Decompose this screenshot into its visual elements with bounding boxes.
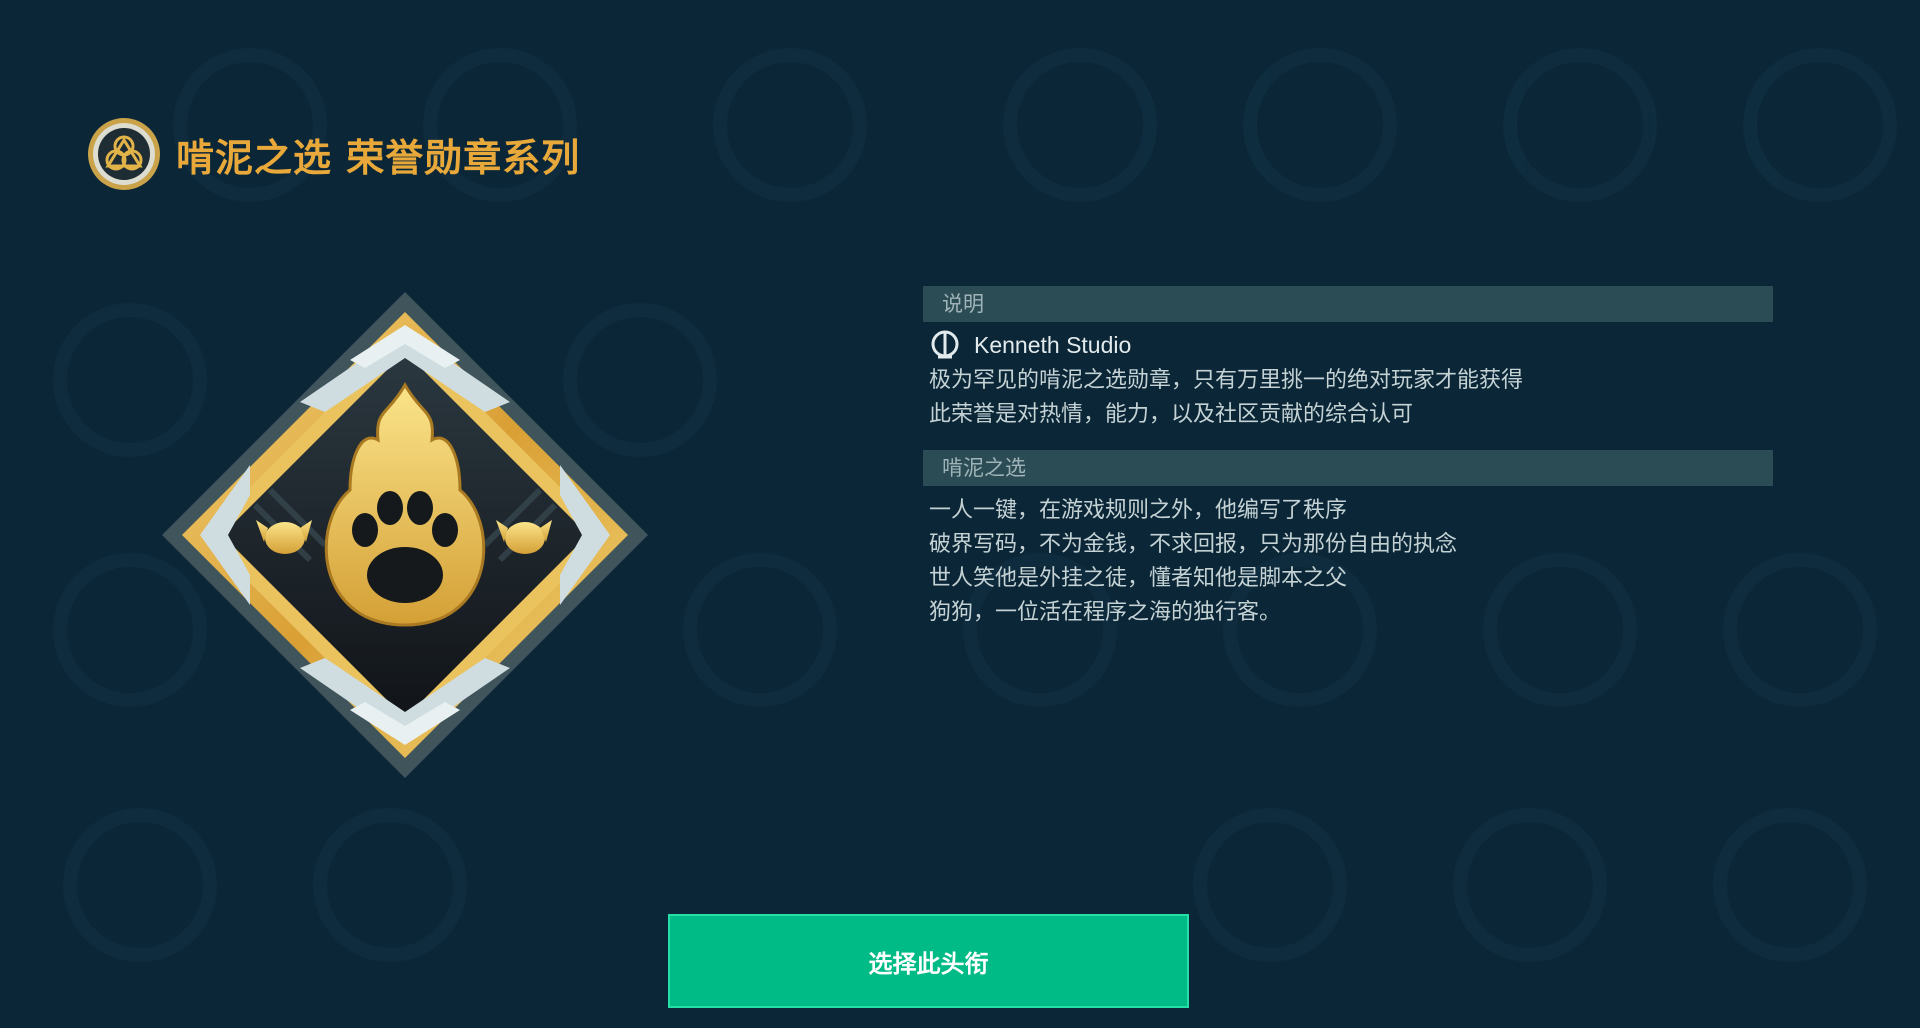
lore-line: 狗狗，一位活在程序之海的独行客。 (929, 600, 1282, 625)
trefoil-medal-icon (88, 118, 160, 190)
description-body: Kenneth Studio 极为罕见的啃泥之选勋章，只有万里挑一的绝对玩家才能… (923, 326, 1773, 432)
description-line: 极为罕见的啃泥之选勋章，只有万里挑一的绝对玩家才能获得 (929, 368, 1524, 393)
author-line: Kenneth Studio (929, 326, 1773, 364)
lore-line: 破界写码，不为金钱，不求回报，只为那份自由的执念 (929, 532, 1458, 557)
lore-line: 一人一键，在游戏规则之外，他编写了秩序 (929, 498, 1348, 523)
select-title-button[interactable]: 选择此头衔 (668, 914, 1189, 1008)
detail-panel: 说明 Kenneth Studio 极为罕见的啃泥之选勋章，只有万里挑一的绝对玩… (923, 286, 1773, 630)
author-name: Kenneth Studio (974, 331, 1132, 358)
lore-body: 一人一键，在游戏规则之外，他编写了秩序 破界写码，不为金钱，不求回报，只为那份自… (923, 494, 1773, 630)
paw-flame-badge-icon (162, 292, 648, 778)
page-header: 啃泥之选 荣誉勋章系列 (86, 116, 580, 192)
description-line: 此荣誉是对热情，能力，以及社区贡献的综合认可 (929, 402, 1414, 427)
lore-line: 世人笑他是外挂之徒，懂者知他是脚本之父 (929, 566, 1348, 591)
kenneth-studio-logo-icon (931, 330, 959, 359)
description-heading: 说明 (923, 286, 1773, 322)
page-title: 啃泥之选 荣誉勋章系列 (176, 135, 581, 180)
lore-heading: 啃泥之选 (923, 450, 1773, 486)
